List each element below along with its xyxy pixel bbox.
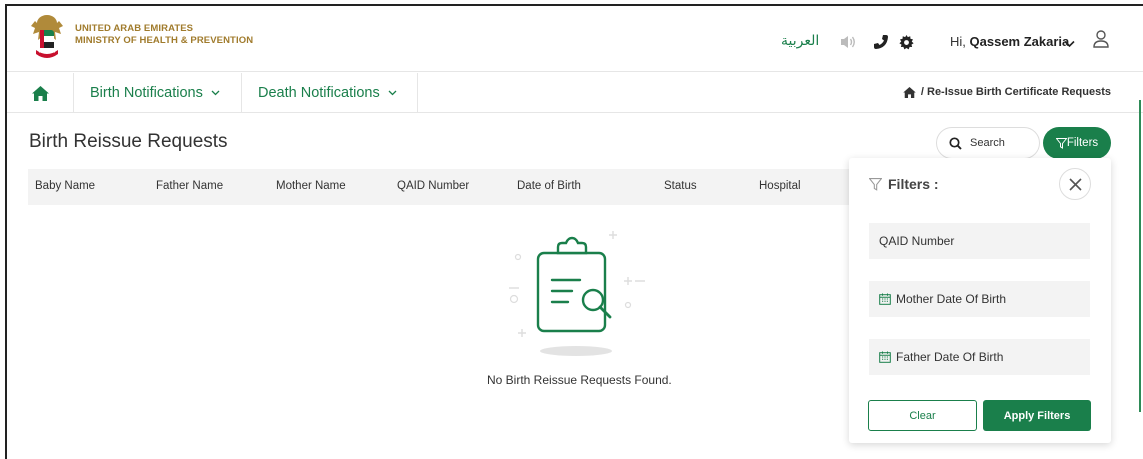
col-status[interactable]: Status: [664, 180, 697, 192]
father-dob-field[interactable]: Father Date Of Birth: [869, 339, 1090, 375]
search-icon: [949, 136, 962, 150]
qaid-number-placeholder: QAID Number: [879, 234, 955, 248]
search-input[interactable]: Search: [936, 127, 1040, 159]
top-header: UNITED ARAB EMIRATES MINISTRY OF HEALTH …: [7, 6, 1143, 72]
main-nav: Birth Notifications Death Notifications …: [7, 73, 1143, 113]
org-line-2: MINISTRY OF HEALTH & PREVENTION: [75, 35, 254, 46]
speaker-icon[interactable]: [839, 33, 857, 51]
filters-button-label: Filters: [1066, 137, 1099, 149]
empty-state-message: No Birth Reissue Requests Found.: [487, 373, 672, 387]
col-baby-name[interactable]: Baby Name: [35, 180, 95, 192]
nav-death-notifications[interactable]: Death Notifications: [242, 73, 418, 113]
calendar-icon: [879, 351, 891, 363]
chevron-down-icon: [388, 88, 397, 99]
breadcrumb-label: Re-Issue Birth Certificate Requests: [927, 86, 1111, 98]
col-hospital[interactable]: Hospital: [759, 180, 801, 192]
chevron-down-icon: [211, 88, 220, 99]
user-name: Qassem Zakaria: [969, 34, 1070, 49]
gear-icon[interactable]: [897, 33, 915, 51]
mother-dob-field[interactable]: Mother Date Of Birth: [869, 281, 1090, 317]
filter-icon: [869, 177, 882, 191]
uae-emblem-icon: [31, 15, 63, 58]
org-line-1: UNITED ARAB EMIRATES: [75, 23, 194, 34]
app-frame: UNITED ARAB EMIRATES MINISTRY OF HEALTH …: [5, 4, 1143, 459]
language-toggle[interactable]: العربية: [781, 33, 819, 49]
apply-filters-button[interactable]: Apply Filters: [983, 400, 1091, 431]
scroll-indicator: [1139, 100, 1141, 412]
home-icon: [31, 85, 49, 101]
filter-panel: Filters : QAID Number Mother Date Of Bir…: [849, 158, 1111, 443]
user-greeting[interactable]: Hi, Qassem Zakaria: [950, 34, 1069, 49]
nav-home[interactable]: [7, 73, 74, 113]
col-qaid-number[interactable]: QAID Number: [397, 180, 469, 192]
nav-birth-notifications[interactable]: Birth Notifications: [74, 73, 242, 113]
calendar-icon: [879, 293, 891, 305]
breadcrumb: / Re-Issue Birth Certificate Requests: [903, 86, 1111, 98]
breadcrumb-current: / Re-Issue Birth Certificate Requests: [920, 86, 1111, 98]
col-father-name[interactable]: Father Name: [156, 180, 223, 192]
clear-filters-button[interactable]: Clear: [868, 400, 977, 431]
filter-icon: [1055, 137, 1067, 149]
phone-icon[interactable]: [872, 33, 890, 51]
close-icon: [1068, 177, 1082, 191]
page-title: Birth Reissue Requests: [29, 131, 228, 152]
filter-panel-title-text: Filters :: [888, 176, 939, 192]
col-date-of-birth[interactable]: Date of Birth: [517, 180, 581, 192]
mother-dob-placeholder: Mother Date Of Birth: [896, 292, 1007, 306]
col-mother-name[interactable]: Mother Name: [276, 180, 346, 192]
qaid-number-field[interactable]: QAID Number: [869, 223, 1090, 259]
ministry-name: UNITED ARAB EMIRATES MINISTRY OF HEALTH …: [75, 23, 253, 47]
home-icon[interactable]: [903, 86, 916, 98]
nav-death-label: Death Notifications: [258, 85, 380, 101]
ministry-logo-block[interactable]: UNITED ARAB EMIRATES MINISTRY OF HEALTH …: [27, 12, 253, 64]
father-dob-placeholder: Father Date Of Birth: [896, 350, 1004, 364]
close-filter-button[interactable]: [1059, 168, 1091, 200]
filter-panel-title: Filters :: [869, 176, 939, 192]
nav-birth-label: Birth Notifications: [90, 85, 203, 101]
greeting-prefix: Hi,: [950, 34, 966, 49]
user-profile-icon[interactable]: [1092, 29, 1110, 54]
search-placeholder: Search: [970, 137, 1005, 149]
filters-button[interactable]: Filters: [1043, 127, 1111, 159]
chevron-down-icon[interactable]: [1064, 35, 1075, 53]
empty-state-illustration: [500, 225, 660, 365]
